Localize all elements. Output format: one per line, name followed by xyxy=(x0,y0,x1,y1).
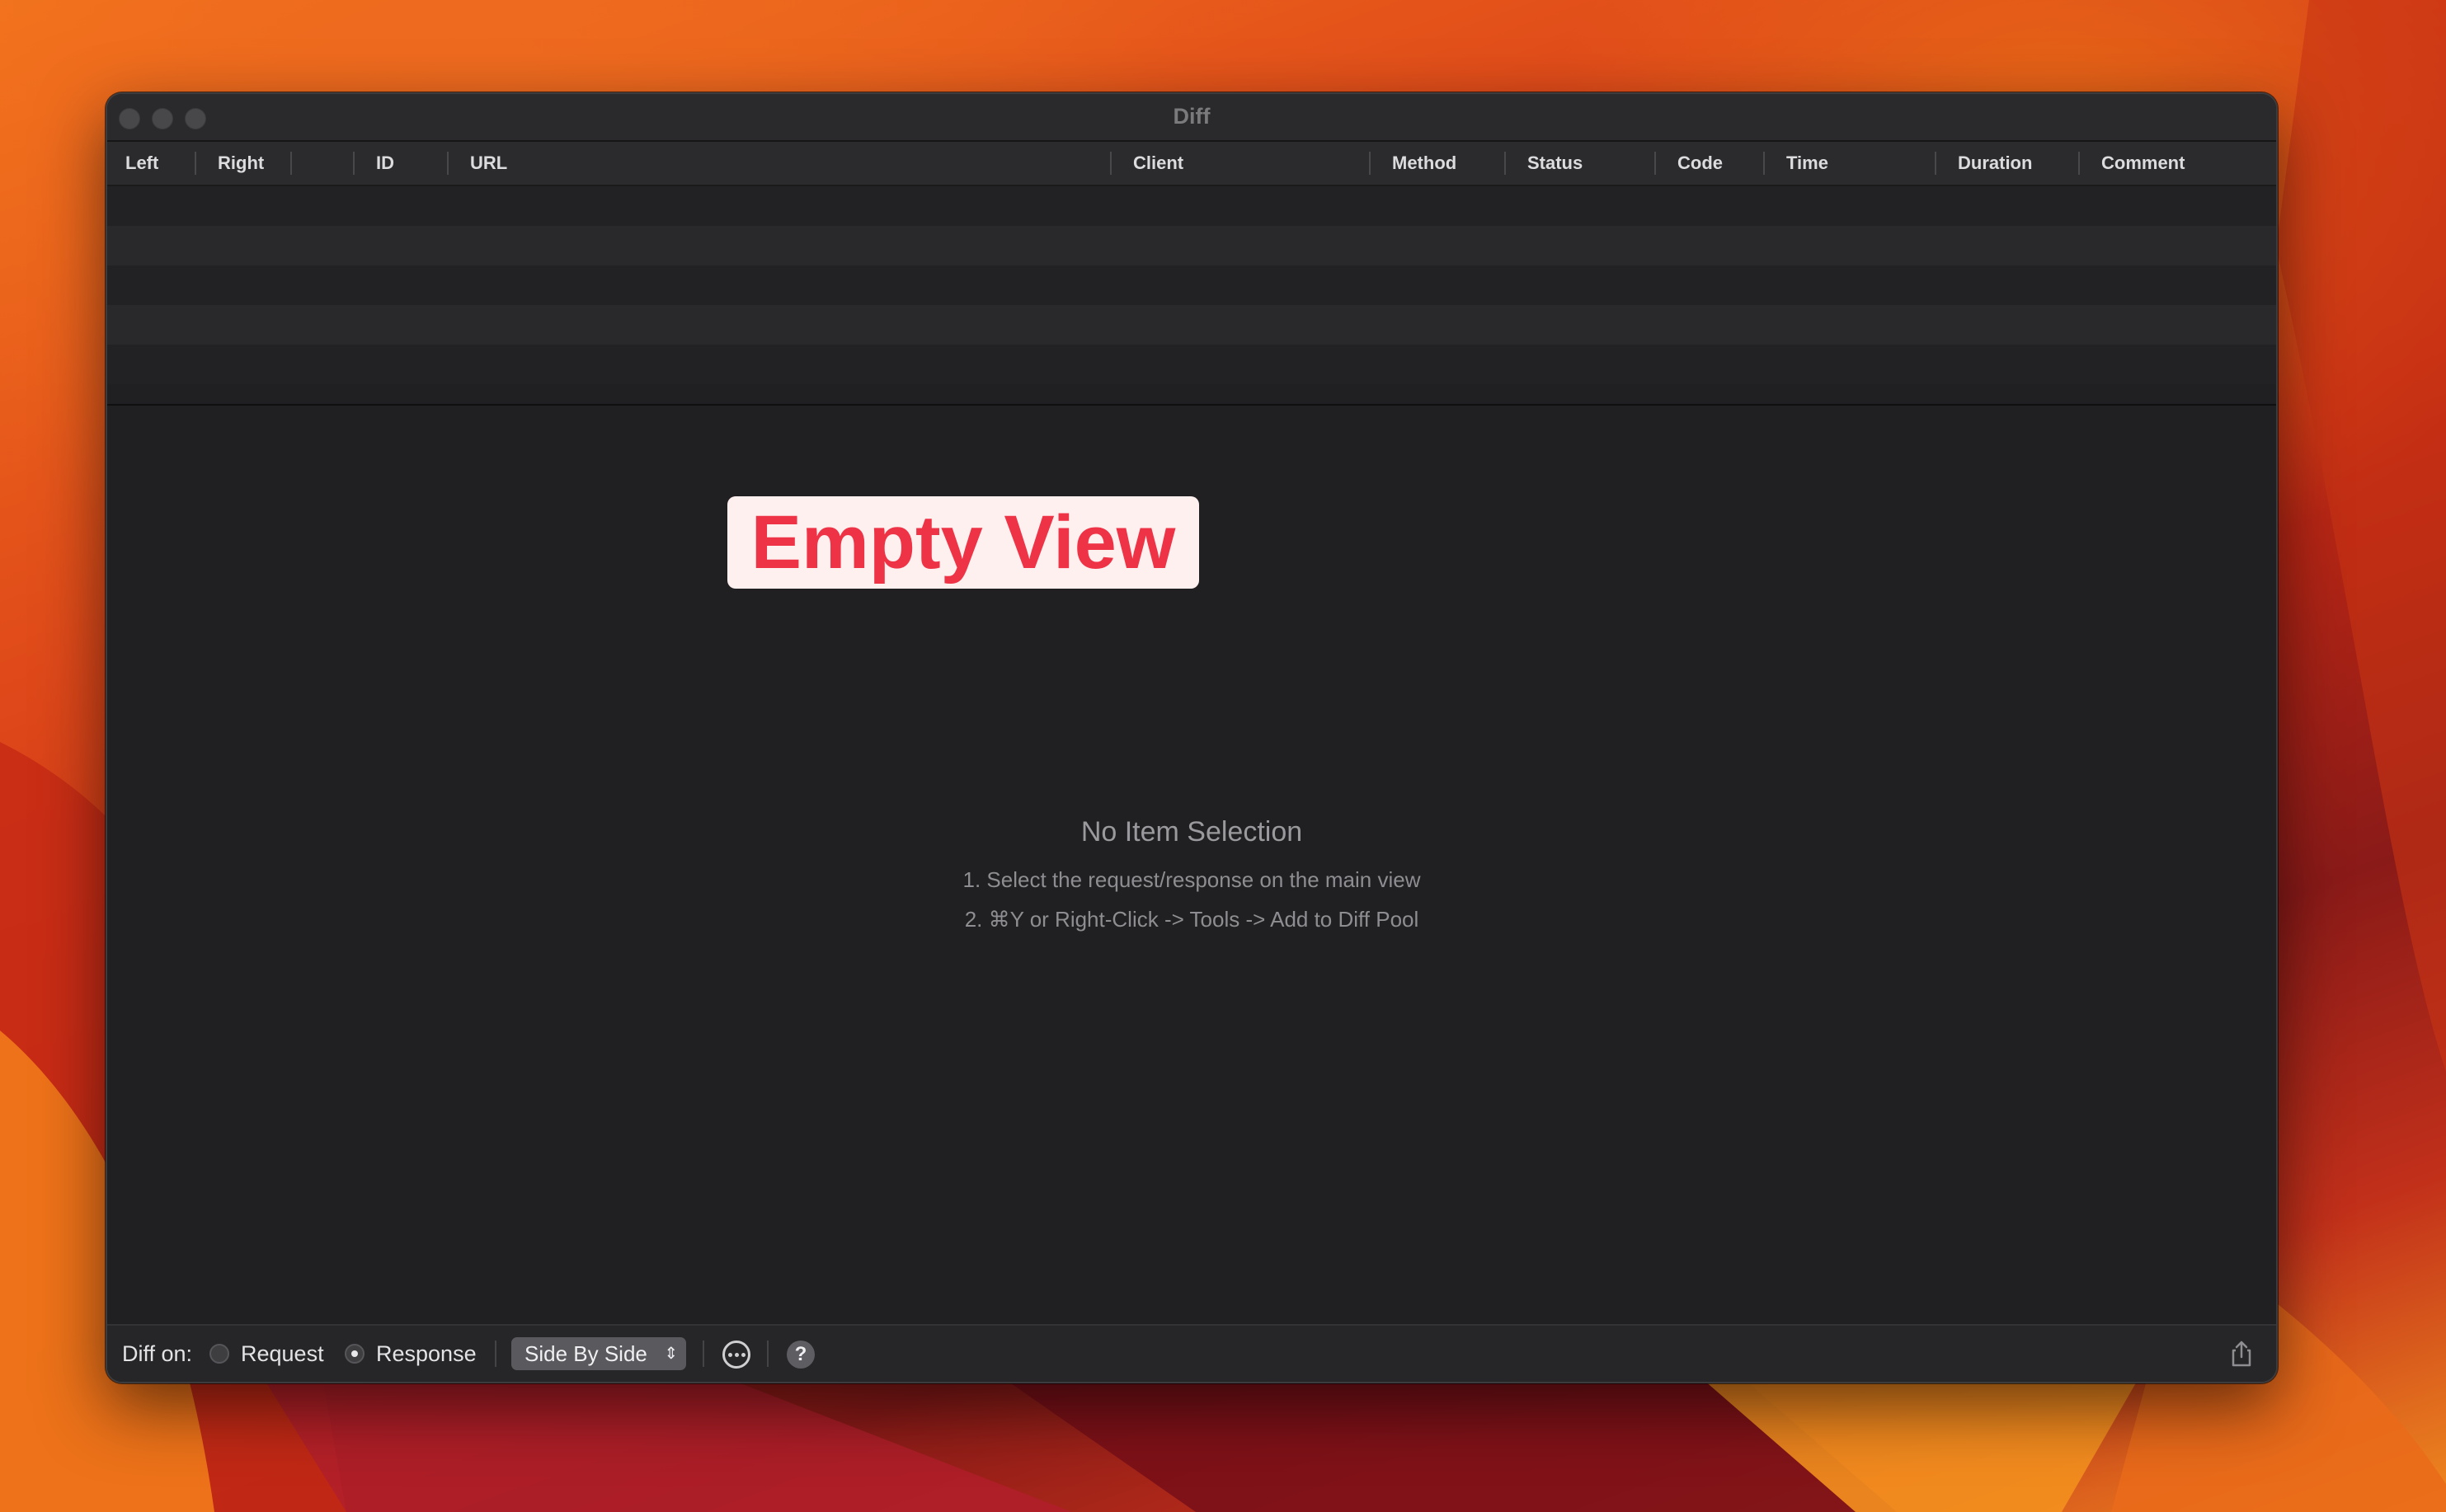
column-header-id[interactable]: ID xyxy=(376,142,394,185)
column-divider[interactable] xyxy=(1504,152,1506,175)
share-icon[interactable] xyxy=(2227,1339,2256,1369)
diff-mode-select[interactable]: Side By Side ⇕ xyxy=(511,1337,686,1370)
request-radio-label[interactable]: Request xyxy=(241,1326,324,1382)
column-divider[interactable] xyxy=(1110,152,1112,175)
window-title: Diff xyxy=(1173,104,1211,129)
empty-state-title: No Item Selection xyxy=(1080,816,1303,848)
response-radio[interactable] xyxy=(345,1344,365,1364)
column-header-duration[interactable]: Duration xyxy=(1958,142,2032,185)
table-row[interactable] xyxy=(107,265,2276,305)
column-divider[interactable] xyxy=(195,152,196,175)
column-divider[interactable] xyxy=(353,152,355,175)
column-divider[interactable] xyxy=(1369,152,1371,175)
desktop-wallpaper: Diff Left Right ID URL Client Method Sta… xyxy=(0,0,2446,1512)
diff-on-label: Diff on: xyxy=(122,1341,193,1366)
table-row[interactable] xyxy=(107,226,2276,265)
table-row[interactable] xyxy=(107,186,2276,226)
diff-window: Diff Left Right ID URL Client Method Sta… xyxy=(106,92,2278,1383)
column-divider[interactable] xyxy=(2078,152,2080,175)
toolbar-divider xyxy=(767,1341,769,1367)
column-header-code[interactable]: Code xyxy=(1677,142,1723,185)
title-bar[interactable]: Diff xyxy=(107,94,2276,142)
empty-view-badge: Empty View xyxy=(727,496,1199,589)
column-divider[interactable] xyxy=(1654,152,1656,175)
toolbar-divider xyxy=(495,1341,496,1367)
column-header-status[interactable]: Status xyxy=(1527,142,1583,185)
column-header-left[interactable]: Left xyxy=(125,142,158,185)
column-header-comment[interactable]: Comment xyxy=(2101,142,2185,185)
table-row[interactable] xyxy=(107,305,2276,345)
diff-content-area: Empty View No Item Selection 1. Select t… xyxy=(107,406,2276,1324)
column-divider[interactable] xyxy=(1763,152,1765,175)
column-header-client[interactable]: Client xyxy=(1133,142,1183,185)
column-header-url[interactable]: URL xyxy=(470,142,507,185)
column-divider[interactable] xyxy=(290,152,292,175)
empty-state-instruction-2: 2. ⌘Y or Right-Click -> Tools -> Add to … xyxy=(964,907,1419,932)
chevron-up-down-icon: ⇕ xyxy=(664,1345,678,1363)
column-header-blank[interactable] xyxy=(305,142,371,185)
toolbar-divider xyxy=(703,1341,704,1367)
response-radio-label[interactable]: Response xyxy=(376,1326,477,1382)
diff-mode-value: Side By Side xyxy=(524,1341,647,1366)
column-divider[interactable] xyxy=(1935,152,1936,175)
question-circle-icon[interactable]: ? xyxy=(787,1341,815,1369)
column-header-right[interactable]: Right xyxy=(218,142,264,185)
table-row[interactable] xyxy=(107,345,2276,384)
column-header-method[interactable]: Method xyxy=(1392,142,1456,185)
bottom-toolbar: Diff on: Request Response Side By Side ⇕… xyxy=(107,1324,2276,1382)
column-header-time[interactable]: Time xyxy=(1786,142,1828,185)
request-radio[interactable] xyxy=(209,1344,229,1364)
ellipsis-circle-icon[interactable] xyxy=(722,1341,750,1369)
column-divider[interactable] xyxy=(447,152,449,175)
table-header: Left Right ID URL Client Method Status C… xyxy=(107,142,2276,186)
empty-state-instruction-1: 1. Select the request/response on the ma… xyxy=(962,867,1421,892)
